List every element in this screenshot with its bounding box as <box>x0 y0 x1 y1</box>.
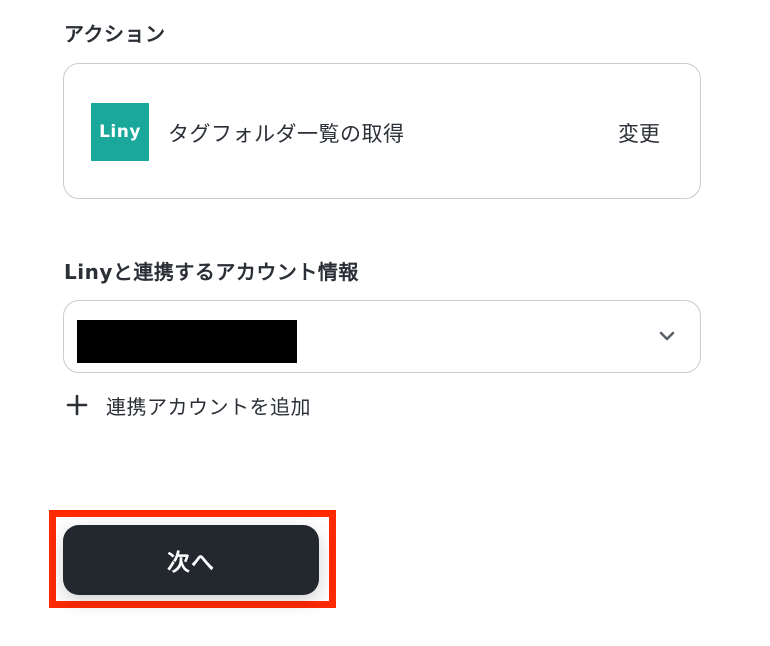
add-account-button[interactable]: 連携アカウントを追加 <box>66 390 311 420</box>
action-name: タグフォルダ一覧の取得 <box>168 122 405 146</box>
account-section-label: Linyと連携するアカウント情報 <box>64 260 359 284</box>
next-button[interactable]: 次へ <box>63 525 319 595</box>
plus-icon <box>66 394 88 416</box>
action-section-label: アクション <box>64 22 166 46</box>
add-account-label: 連携アカウントを追加 <box>106 394 311 419</box>
redacted-account-value <box>77 320 297 363</box>
liny-logo: Liny <box>91 103 149 161</box>
liny-logo-text: Liny <box>99 122 141 142</box>
account-select[interactable] <box>63 300 701 373</box>
action-card: Liny タグフォルダ一覧の取得 変更 <box>63 63 701 199</box>
change-action-button[interactable]: 変更 <box>618 118 660 148</box>
chevron-down-icon <box>659 331 675 341</box>
